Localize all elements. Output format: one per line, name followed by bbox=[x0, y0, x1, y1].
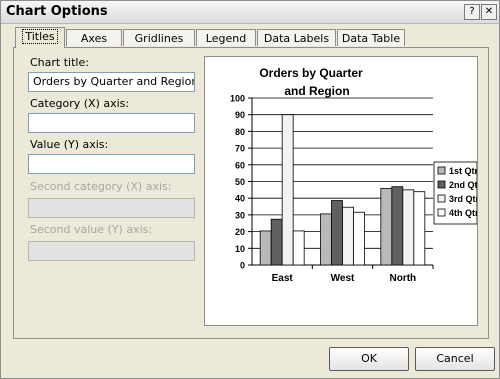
legend-swatch bbox=[437, 194, 446, 203]
bar bbox=[281, 114, 294, 266]
chart-preview-svg: Orders by Quarter and Region 0 10 20 30 40 50 60… bbox=[230, 66, 482, 284]
tab-titles[interactable]: Titles bbox=[15, 27, 65, 48]
second-value-axis-input bbox=[28, 241, 195, 261]
dialog-title: Chart Options bbox=[6, 4, 108, 19]
category-x-axis-label: Category (X) axis: bbox=[30, 97, 130, 110]
titles-panel: Chart title: Orders by Quarter and Regio… bbox=[13, 47, 489, 339]
bar bbox=[391, 186, 404, 266]
bar bbox=[259, 230, 272, 266]
close-button[interactable]: ✕ bbox=[481, 4, 497, 20]
y-tick-label: 60 bbox=[235, 160, 245, 170]
y-tick-label: 30 bbox=[235, 210, 245, 220]
x-tick-label: North bbox=[389, 273, 416, 284]
y-tick-label: 80 bbox=[235, 127, 245, 137]
y-tick-label: 0 bbox=[240, 261, 245, 271]
x-tick-label: East bbox=[272, 273, 294, 284]
y-tick-label: 50 bbox=[235, 177, 245, 187]
tab-legend[interactable]: Legend bbox=[196, 29, 256, 46]
chart-options-dialog: Chart Options ? ✕ Titles Axes Gridlines … bbox=[0, 0, 500, 379]
y-tick-label: 90 bbox=[235, 110, 245, 120]
legend-label: 4th Qtr bbox=[449, 208, 477, 218]
x-tick-label: West bbox=[331, 273, 355, 284]
y-tick-label: 70 bbox=[235, 144, 245, 154]
value-y-axis-input[interactable] bbox=[28, 154, 195, 174]
y-tick-label: 10 bbox=[235, 244, 245, 254]
chart-title-input[interactable]: Orders by Quarter and Region bbox=[28, 72, 195, 92]
bar bbox=[413, 191, 426, 266]
chart-title-label: Chart title: bbox=[30, 56, 89, 69]
bar bbox=[402, 189, 415, 266]
value-y-axis-label: Value (Y) axis: bbox=[30, 138, 109, 151]
legend-swatch bbox=[437, 166, 446, 175]
bar bbox=[320, 213, 332, 266]
bar bbox=[292, 230, 305, 266]
title-bar[interactable]: Chart Options ? ✕ bbox=[1, 1, 499, 24]
cancel-button[interactable]: Cancel bbox=[415, 347, 495, 371]
category-x-axis-input[interactable] bbox=[28, 113, 195, 133]
tab-data-labels[interactable]: Data Labels bbox=[257, 29, 336, 46]
ok-button[interactable]: OK bbox=[329, 347, 409, 371]
legend-swatch bbox=[437, 208, 446, 217]
legend-label: 3rd Qtr bbox=[449, 194, 477, 204]
tab-gridlines[interactable]: Gridlines bbox=[123, 29, 195, 46]
second-category-axis-label: Second category (X) axis: bbox=[30, 180, 172, 193]
legend-label: 2nd Qtr bbox=[449, 180, 477, 190]
chart-preview: Orders by Quarter and Region 0 10 20 30 40 50 60… bbox=[204, 56, 482, 326]
second-category-axis-input bbox=[28, 198, 195, 218]
y-tick-label: 100 bbox=[230, 94, 245, 104]
bar bbox=[342, 206, 354, 266]
help-button[interactable]: ? bbox=[464, 4, 480, 20]
chart-title-line-1: Orders by Quarter bbox=[259, 66, 363, 80]
tab-axes[interactable]: Axes bbox=[66, 29, 122, 46]
tab-data-table[interactable]: Data Table bbox=[337, 29, 405, 46]
bar bbox=[270, 218, 283, 266]
second-value-axis-label: Second value (Y) axis: bbox=[30, 223, 153, 236]
bar bbox=[353, 211, 365, 266]
legend-label: 1st Qtr bbox=[449, 166, 477, 176]
chart-title-line-2: and Region bbox=[284, 84, 349, 98]
bar bbox=[331, 200, 343, 266]
legend-swatch bbox=[437, 180, 446, 189]
bar bbox=[380, 187, 393, 266]
y-tick-label: 20 bbox=[235, 227, 245, 237]
y-tick-label: 40 bbox=[235, 194, 245, 204]
